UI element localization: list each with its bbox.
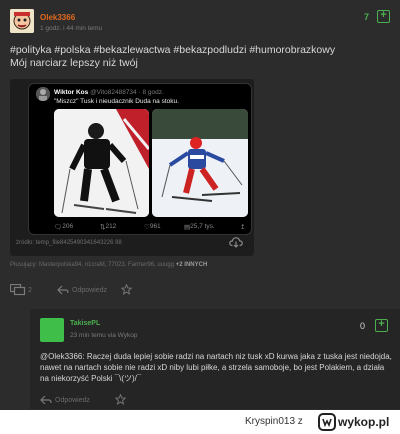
tweet-stats: 🗨 206 ⇅ 212 ♡ 961 ▤ 25,7 tys. ↥ [54, 223, 254, 233]
embedded-media[interactable]: Wiktor Kos @Vito82488734 · 8 godz. "Misz… [10, 79, 254, 256]
tweet-handle: @Vito82488734 · 8 godz. [90, 89, 164, 96]
pluses-more[interactable]: +2 INNYCH [176, 262, 208, 268]
tweet-avatar-icon [36, 87, 50, 101]
reply-author-name[interactable]: TakisePL [70, 320, 100, 327]
tweet-text: "Miszcz" Tusk i nieudacznik Duda na stok… [54, 98, 179, 105]
reply-vote-count: 0 [360, 321, 366, 331]
reply-button[interactable]: Odpowiedz [72, 287, 107, 294]
tweet-photo-right [152, 109, 248, 217]
footer-username: Kryspin013 z [245, 416, 303, 427]
wykop-logo-icon [318, 413, 336, 431]
pluses-users[interactable]: Plusujący: Masterpolska94, n1craM, 77023… [10, 262, 174, 268]
reply-timestamp: 23 min temu via Wykop [70, 332, 138, 339]
tweet-avatar [36, 87, 50, 101]
reply-text: : Raczej duda lepiej sobie radzi na nart… [40, 352, 392, 383]
tweet-photo-left [54, 109, 149, 217]
tweet-views: ▤ 25,7 tys. [184, 223, 215, 231]
post-tags[interactable]: #polityka #polska #bekazlewactwa #bekazp… [10, 44, 335, 56]
upvote-button[interactable]: + [377, 10, 390, 23]
reply-mention[interactable]: @Olek3366 [40, 352, 82, 361]
tweet-likes: ♡ 961 [144, 223, 161, 231]
reply-star-icon[interactable] [115, 394, 126, 405]
skier-light-photo-icon [152, 109, 248, 217]
reply-body: @Olek3366: Raczej duda lepiej sobie radz… [40, 351, 392, 384]
comments-icon[interactable] [10, 284, 26, 296]
post-timestamp: 1 godz. i 44 min temu [40, 25, 103, 32]
tweet-retweets: ⇅ 212 [100, 223, 117, 231]
star-icon[interactable] [121, 284, 132, 295]
pluses-list: Plusujący: Masterpolska94, n1craM, 77023… [10, 262, 207, 268]
reply-avatar[interactable] [40, 318, 64, 342]
reply-reply-button[interactable]: Odpowiedz [55, 397, 90, 404]
tweet-author-name: Wiktor Kos [54, 89, 89, 96]
skier-dark-photo-icon [54, 109, 149, 217]
reply-reply-icon[interactable] [40, 394, 52, 406]
watermark-footer: Kryspin013 z wykop.pl [0, 410, 400, 434]
media-source[interactable]: źródło: temp_file8425490341643226 88 [16, 240, 122, 246]
tweet-replies: 🗨 206 [54, 223, 74, 231]
post-body: Mój narciarz lepszy niż twój [10, 57, 138, 69]
tweet-share-icon: ↥ [240, 224, 246, 231]
reply-icon[interactable] [57, 284, 69, 296]
reply-upvote-button[interactable]: + [375, 319, 388, 332]
wykop-logo: wykop.pl [318, 413, 398, 431]
author-avatar[interactable] [10, 9, 34, 33]
comment-count[interactable]: 2 [28, 287, 32, 294]
wykop-logo-text: wykop.pl [338, 415, 390, 429]
author-name[interactable]: Olek3366 [40, 13, 75, 22]
tweet-screenshot: Wiktor Kos @Vito82488734 · 8 godz. "Misz… [28, 83, 252, 235]
avatar-image-icon [10, 9, 34, 33]
reply-comment: TakisePL 23 min temu via Wykop 0 + @Olek… [30, 309, 400, 409]
tweet-author: Wiktor Kos @Vito82488734 · 8 godz. [54, 89, 164, 96]
download-cloud-icon[interactable] [229, 236, 243, 248]
vote-count: 7 [364, 12, 370, 22]
